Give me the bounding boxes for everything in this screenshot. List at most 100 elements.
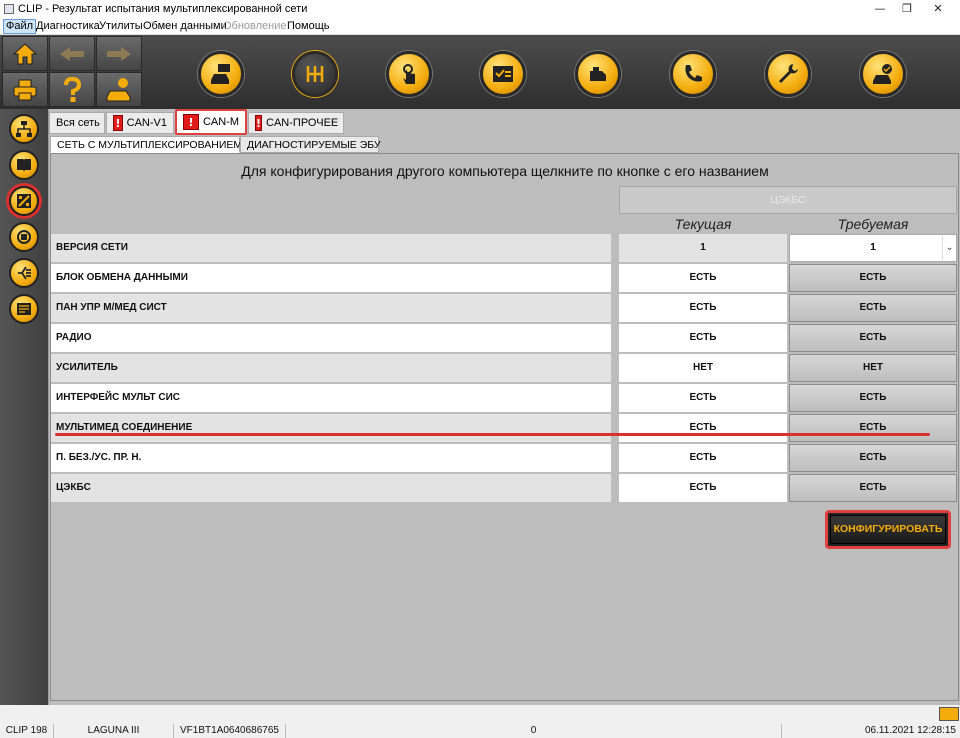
home-button[interactable] xyxy=(2,36,48,71)
row-label: П. БЕЗ./УС. ПР. Н. xyxy=(51,444,611,472)
row-label: ИНТЕРФЕЙС МУЛЬТ СИС xyxy=(51,384,611,412)
row-current-value: НЕТ xyxy=(619,354,787,382)
restore-button[interactable]: ❐ xyxy=(891,0,923,18)
sidebar-network-button[interactable] xyxy=(9,114,39,144)
row-current-value: 1 xyxy=(619,234,787,262)
touch-button[interactable] xyxy=(386,51,432,97)
tab-can-v1[interactable]: ! CAN-V1 xyxy=(106,112,174,134)
row-current-value: ЕСТЬ xyxy=(619,294,787,322)
ecu-button[interactable]: ЦЭКБС xyxy=(619,186,957,214)
row-label: РАДИО xyxy=(51,324,611,352)
document-icon xyxy=(17,303,31,315)
question-icon xyxy=(64,76,82,102)
row-required-button[interactable]: ЕСТЬ xyxy=(789,384,957,412)
row-label: ПАН УПР М/МЕД СИСТ xyxy=(51,294,611,322)
status-vehicle-model: LAGUNA III xyxy=(54,724,174,738)
row-current-value: ЕСТЬ xyxy=(619,324,787,352)
tab-can-m[interactable]: ! CAN-M xyxy=(175,109,247,135)
column-header-required: Требуемая xyxy=(837,216,909,232)
window-title: CLIP - Результат испытания мультиплексир… xyxy=(18,3,308,15)
title-bar: CLIP - Результат испытания мультиплексир… xyxy=(0,0,960,18)
menu-data-exchange[interactable]: Обмен данными xyxy=(143,20,227,32)
row-current-value: ЕСТЬ xyxy=(619,414,787,442)
configure-button[interactable]: КОНФИГУРИРОВАТЬ xyxy=(825,510,951,549)
status-counter: 0 xyxy=(286,724,782,738)
gearbox-button[interactable] xyxy=(292,51,338,97)
row-current-value: ЕСТЬ xyxy=(619,384,787,412)
instruction-text: Для конфигурирования другого компьютера … xyxy=(241,163,769,179)
tab-can-other[interactable]: ! CAN-ПРОЧЕЕ xyxy=(248,112,344,134)
close-button[interactable]: ✕ xyxy=(922,0,954,18)
chevron-down-icon: ⌄ xyxy=(942,235,956,261)
row-required-button[interactable]: ЕСТЬ xyxy=(789,324,957,352)
multiplex-network-icon xyxy=(17,194,31,208)
recycle-network-icon xyxy=(17,230,31,244)
car-check-button[interactable] xyxy=(860,51,906,97)
sidebar-signal-button[interactable] xyxy=(9,258,39,288)
tab-label: CAN-M xyxy=(202,116,239,128)
warning-icon: ! xyxy=(183,114,199,130)
row-current-value: ЕСТЬ xyxy=(619,474,787,502)
car-check-icon xyxy=(873,64,892,84)
sidebar-multiplex-button[interactable] xyxy=(9,186,39,216)
checklist-icon xyxy=(493,66,513,82)
vehicle-alert-icon xyxy=(106,77,131,101)
tab-label: Вся сеть xyxy=(56,117,100,129)
home-icon xyxy=(12,42,38,64)
network-version-select[interactable]: 1 ⌄ xyxy=(789,234,957,262)
vehicle-diagnostic-icon xyxy=(211,64,230,84)
gearbox-icon xyxy=(306,66,324,82)
wrench-button[interactable] xyxy=(765,51,811,97)
row-label: МУЛЬТИМЕД СОЕДИНЕНИЕ xyxy=(51,414,611,442)
engine-button[interactable] xyxy=(575,51,621,97)
vehicle-diagnostic-button[interactable] xyxy=(198,51,244,97)
row-required-button[interactable]: ЕСТЬ xyxy=(789,264,957,292)
tab-label: CAN-V1 xyxy=(126,117,167,129)
row-required-button[interactable]: НЕТ xyxy=(789,354,957,382)
row-required-button[interactable]: ЕСТЬ xyxy=(789,444,957,472)
row-required-button[interactable]: ЕСТЬ xyxy=(789,294,957,322)
app-icon xyxy=(4,4,14,14)
row-required-button[interactable]: ЕСТЬ xyxy=(789,414,957,442)
menu-update[interactable]: Обновление xyxy=(223,20,287,32)
menu-utilities[interactable]: Утилиты xyxy=(99,20,143,32)
menu-bar: Файл Диагностика Утилиты Обмен данными О… xyxy=(0,18,960,35)
subtab-multiplex-network[interactable]: СЕТЬ С МУЛЬТИПЛЕКСИРОВАНИЕМ xyxy=(50,136,242,153)
row-current-value: ЕСТЬ xyxy=(619,444,787,472)
phone-support-icon xyxy=(685,65,702,82)
tab-all-network[interactable]: Вся сеть xyxy=(49,112,105,134)
sidebar-document-button[interactable] xyxy=(9,294,39,324)
status-clip-version: CLIP 198 xyxy=(0,724,54,738)
sidebar-recycle-network-button[interactable] xyxy=(9,222,39,252)
forward-button[interactable] xyxy=(96,36,142,71)
phone-support-button[interactable] xyxy=(670,51,716,97)
help-button[interactable] xyxy=(49,72,95,107)
arrow-left-icon xyxy=(60,46,84,61)
vehicle-alert-button[interactable] xyxy=(96,72,142,107)
row-label: БЛОК ОБМЕНА ДАННЫМИ xyxy=(51,264,611,292)
row-current-value: ЕСТЬ xyxy=(619,264,787,292)
menu-file[interactable]: Файл xyxy=(3,19,37,34)
menu-help[interactable]: Помощь xyxy=(287,20,330,32)
warning-icon: ! xyxy=(113,115,123,131)
status-datetime: 06.11.2021 12:28:15 xyxy=(864,725,956,736)
menu-diagnostics[interactable]: Диагностика xyxy=(36,20,100,32)
warning-icon: ! xyxy=(255,115,263,131)
engine-icon xyxy=(590,67,606,81)
network-icon xyxy=(16,121,32,137)
touch-icon xyxy=(403,64,415,84)
tab-label: CAN-ПРОЧЕЕ xyxy=(266,117,339,129)
row-required-button[interactable]: ЕСТЬ xyxy=(789,474,957,502)
subtab-diagnosed-ecus[interactable]: ДИАГНОСТИРУЕМЫЕ ЭБУ xyxy=(240,136,381,153)
print-button[interactable] xyxy=(2,72,48,107)
status-vin: VF1BT1A0640686765 xyxy=(174,724,286,738)
highlight-underline xyxy=(55,433,930,436)
row-label: ВЕРСИЯ СЕТИ xyxy=(51,234,611,262)
camera-icon[interactable] xyxy=(939,707,959,721)
signal-icon xyxy=(18,266,31,280)
checklist-button[interactable] xyxy=(480,51,526,97)
configure-button-label: КОНФИГУРИРОВАТЬ xyxy=(830,515,946,544)
back-button[interactable] xyxy=(49,36,95,71)
printer-icon xyxy=(13,79,37,100)
toolbar xyxy=(0,35,960,109)
